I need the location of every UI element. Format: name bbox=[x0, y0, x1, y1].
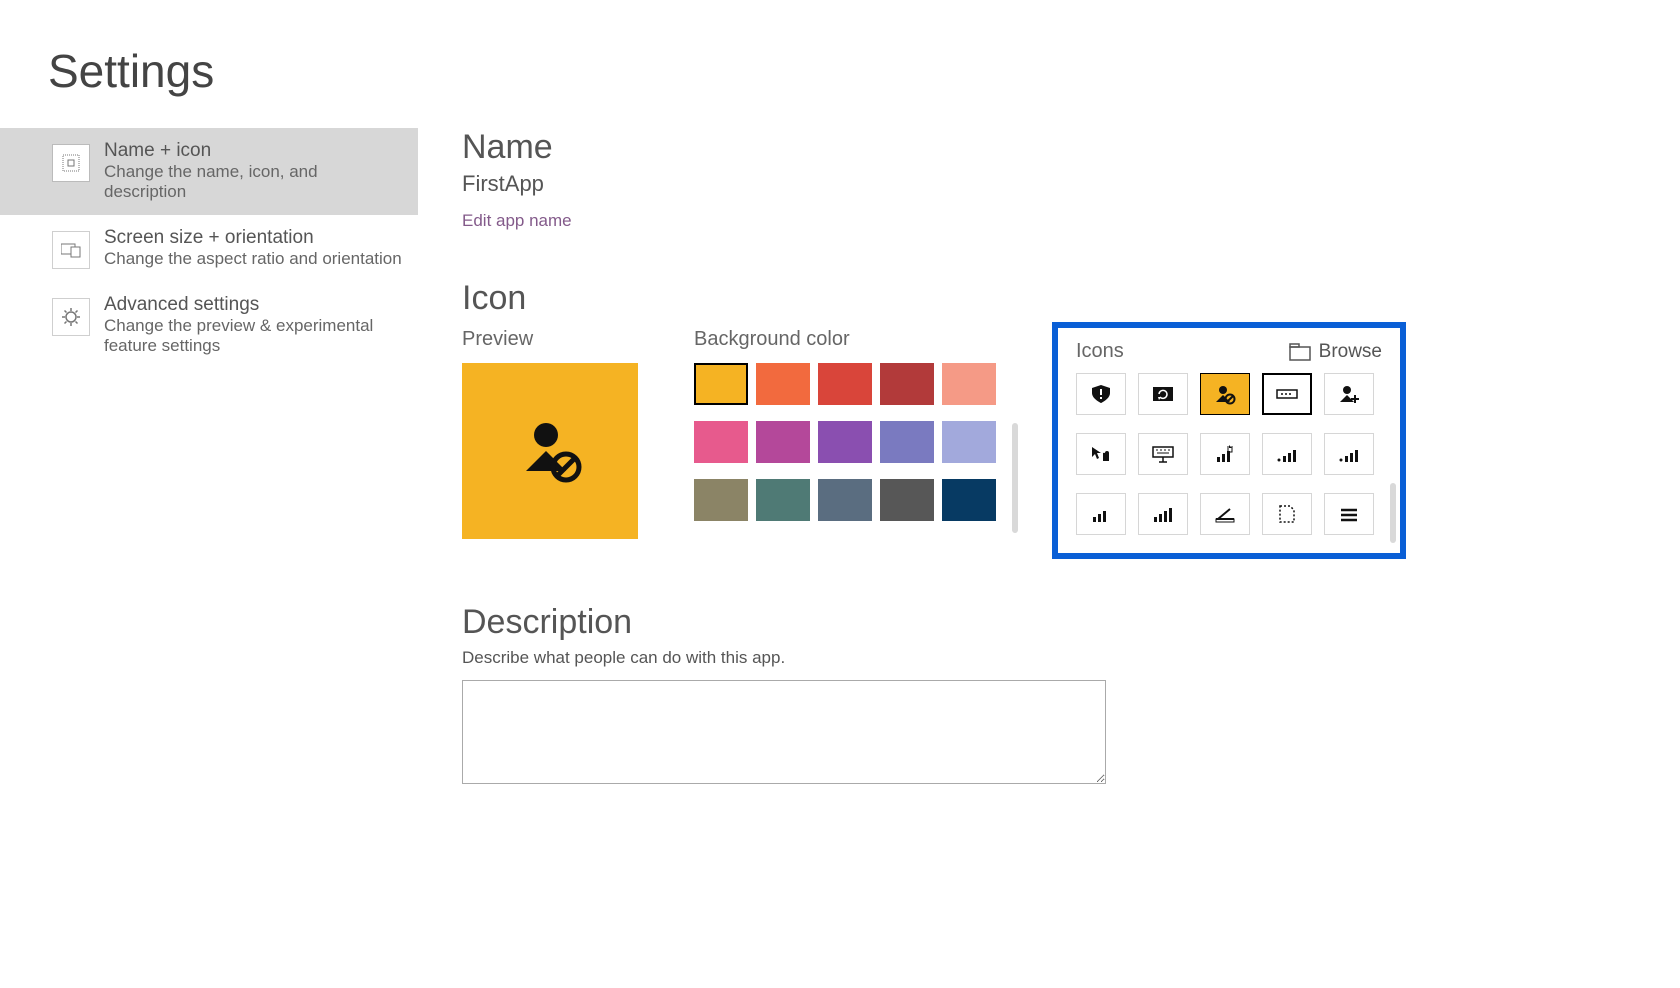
sidebar-item-label: Advanced settings bbox=[104, 294, 402, 316]
bars-small-icon[interactable] bbox=[1076, 493, 1126, 535]
text-field-icon[interactable] bbox=[1262, 373, 1312, 415]
bars-dot-alt-icon[interactable] bbox=[1324, 433, 1374, 475]
menu-lines-icon[interactable] bbox=[1324, 493, 1374, 535]
icons-panel-label: Icons bbox=[1076, 340, 1124, 363]
preview-column: Preview bbox=[462, 328, 638, 539]
keyboard-network-icon[interactable] bbox=[1138, 433, 1188, 475]
main-content: Name FirstApp Edit app name Icon Preview bbox=[418, 128, 1680, 789]
page-title: Settings bbox=[48, 44, 1680, 98]
settings-sidebar: Name + icon Change the name, icon, and d… bbox=[0, 128, 418, 789]
gear-icon bbox=[52, 298, 90, 336]
color-swatch[interactable] bbox=[756, 363, 810, 405]
grid-icon bbox=[52, 144, 90, 182]
description-prompt: Describe what people can do with this ap… bbox=[462, 648, 1640, 668]
icon-grid bbox=[1076, 373, 1382, 535]
image-refresh-icon[interactable] bbox=[1138, 373, 1188, 415]
icon-heading: Icon bbox=[462, 279, 1640, 318]
sidebar-item-subtitle: Change the aspect ratio and orientation bbox=[104, 249, 402, 269]
color-swatch[interactable] bbox=[880, 363, 934, 405]
color-swatch[interactable] bbox=[942, 479, 996, 521]
pointer-hand-icon[interactable] bbox=[1076, 433, 1126, 475]
color-swatch[interactable] bbox=[756, 479, 810, 521]
sidebar-item-label: Name + icon bbox=[104, 140, 402, 162]
color-swatch[interactable] bbox=[818, 479, 872, 521]
icons-panel: Icons Browse bbox=[1052, 322, 1406, 559]
sidebar-item-subtitle: Change the name, icon, and description bbox=[104, 162, 402, 202]
preview-label: Preview bbox=[462, 328, 638, 351]
color-swatch[interactable] bbox=[880, 479, 934, 521]
sidebar-item-subtitle: Change the preview & experimental featur… bbox=[104, 316, 402, 356]
sidebar-item-label: Screen size + orientation bbox=[104, 227, 402, 249]
bars-full-icon[interactable] bbox=[1138, 493, 1188, 535]
bg-color-column: Background color bbox=[694, 328, 996, 521]
description-heading: Description bbox=[462, 603, 1640, 642]
shield-alert-icon[interactable] bbox=[1076, 373, 1126, 415]
app-name-value: FirstApp bbox=[462, 171, 1640, 197]
color-swatch[interactable] bbox=[818, 421, 872, 463]
dashed-doc-icon[interactable] bbox=[1262, 493, 1312, 535]
folder-icon bbox=[1289, 343, 1311, 361]
icons-scrollbar[interactable] bbox=[1390, 483, 1396, 543]
browse-button[interactable]: Browse bbox=[1289, 341, 1382, 363]
color-swatch[interactable] bbox=[694, 479, 748, 521]
user-block-icon bbox=[510, 411, 590, 491]
bg-color-label: Background color bbox=[694, 328, 996, 351]
bars-click-icon[interactable] bbox=[1200, 433, 1250, 475]
bars-dot-icon[interactable] bbox=[1262, 433, 1312, 475]
browse-label: Browse bbox=[1319, 341, 1382, 363]
name-heading: Name bbox=[462, 128, 1640, 167]
sidebar-item-advanced[interactable]: Advanced settings Change the preview & e… bbox=[0, 282, 418, 369]
sidebar-item-screen-size[interactable]: Screen size + orientation Change the asp… bbox=[0, 215, 418, 282]
color-swatch[interactable] bbox=[818, 363, 872, 405]
sidebar-item-name-icon[interactable]: Name + icon Change the name, icon, and d… bbox=[0, 128, 418, 215]
color-swatch[interactable] bbox=[942, 363, 996, 405]
color-swatch[interactable] bbox=[880, 421, 934, 463]
color-swatch[interactable] bbox=[694, 421, 748, 463]
icon-preview bbox=[462, 363, 638, 539]
color-swatch[interactable] bbox=[756, 421, 810, 463]
color-swatch[interactable] bbox=[694, 363, 748, 405]
user-block-icon[interactable] bbox=[1200, 373, 1250, 415]
devices-icon bbox=[52, 231, 90, 269]
description-input[interactable] bbox=[462, 680, 1106, 784]
scanner-icon[interactable] bbox=[1200, 493, 1250, 535]
color-scrollbar[interactable] bbox=[1012, 423, 1018, 533]
edit-app-name-link[interactable]: Edit app name bbox=[462, 211, 1640, 231]
color-grid bbox=[694, 363, 996, 521]
color-swatch[interactable] bbox=[942, 421, 996, 463]
user-add-icon[interactable] bbox=[1324, 373, 1374, 415]
